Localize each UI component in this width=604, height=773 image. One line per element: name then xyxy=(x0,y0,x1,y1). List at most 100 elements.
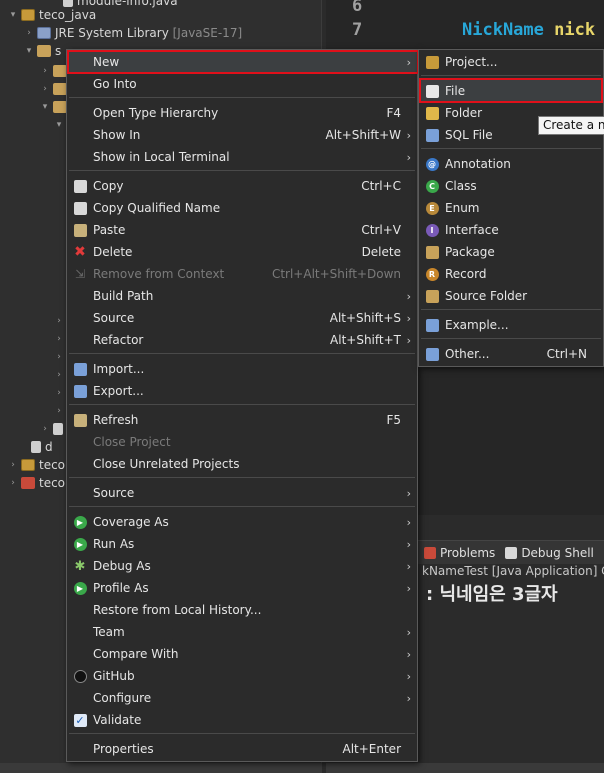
menu-item-show-in[interactable]: Show In Alt+Shift+W › xyxy=(67,124,417,146)
chevron-down-icon[interactable]: ▾ xyxy=(24,46,34,56)
chevron-right-icon[interactable]: › xyxy=(54,334,64,344)
submenu-item-class[interactable]: C Class xyxy=(419,175,603,197)
chevron-right-icon: › xyxy=(406,581,411,595)
submenu-item-annotation[interactable]: @ Annotation xyxy=(419,153,603,175)
menu-item-compare-with[interactable]: Compare With › xyxy=(67,643,417,665)
library-icon xyxy=(37,27,51,39)
export-icon xyxy=(73,384,87,398)
menu-item-configure[interactable]: Configure › xyxy=(67,687,417,709)
menu-item-show-in-local-terminal[interactable]: Show in Local Terminal › xyxy=(67,146,417,168)
menu-item-remove-from-context: ⇲ Remove from Context Ctrl+Alt+Shift+Down xyxy=(74,267,401,281)
menu-item-close-unrelated-projects[interactable]: Close Unrelated Projects xyxy=(67,453,417,475)
tree-item-teco-1[interactable]: › teco xyxy=(8,456,65,474)
chevron-right-icon: › xyxy=(406,691,411,705)
tree-item-jre-library[interactable]: › JRE System Library [JavaSE-17] xyxy=(24,24,242,42)
chevron-right-icon[interactable]: › xyxy=(8,460,18,470)
menu-item-profile-as[interactable]: ▶ Profile As › xyxy=(67,577,417,599)
chevron-right-icon: › xyxy=(406,150,411,164)
profile-icon: ▶ xyxy=(73,581,87,595)
code-line[interactable]: NickName nick xyxy=(462,20,595,40)
package-icon xyxy=(53,83,67,95)
menu-item-copy[interactable]: Copy Ctrl+C xyxy=(67,175,417,197)
tree-item-collapsed[interactable]: › xyxy=(54,366,64,384)
submenu-item-record[interactable]: R Record xyxy=(419,263,603,285)
submenu-item-other[interactable]: Other... Ctrl+N xyxy=(419,343,603,365)
chevron-right-icon[interactable]: › xyxy=(40,84,50,94)
menu-item-restore-local-history[interactable]: Restore from Local History... xyxy=(67,599,417,621)
menu-separator xyxy=(421,338,601,339)
menu-item-coverage-as[interactable]: ▶ Coverage As › xyxy=(67,511,417,533)
tree-item-teco-2[interactable]: › teco xyxy=(8,474,65,492)
menu-item-delete[interactable]: ✖ Delete Delete xyxy=(67,241,417,263)
submenu-item-file[interactable]: File xyxy=(419,80,603,102)
github-icon xyxy=(73,669,87,683)
chevron-down-icon[interactable]: ▾ xyxy=(54,120,64,130)
chevron-right-icon[interactable]: › xyxy=(8,478,18,488)
menu-item-run-as[interactable]: ▶ Run As › xyxy=(67,533,417,555)
tree-item-collapsed[interactable]: › xyxy=(54,402,64,420)
menu-item-paste[interactable]: Paste Ctrl+V xyxy=(67,219,417,241)
chevron-right-icon[interactable]: › xyxy=(54,370,64,380)
tree-item-collapsed[interactable]: › xyxy=(54,348,64,366)
menu-item-refactor[interactable]: Refactor Alt+Shift+T › xyxy=(67,329,417,351)
chevron-right-icon[interactable]: › xyxy=(40,424,50,434)
submenu-item-project[interactable]: Project... xyxy=(419,51,603,73)
chevron-right-icon[interactable]: › xyxy=(24,28,34,38)
chevron-right-icon[interactable]: › xyxy=(40,66,50,76)
menu-separator xyxy=(69,404,415,405)
submenu-item-enum[interactable]: E Enum xyxy=(419,197,603,219)
menu-item-team[interactable]: Team › xyxy=(67,621,417,643)
chevron-right-icon[interactable]: › xyxy=(54,388,64,398)
menu-separator xyxy=(421,148,601,149)
problems-icon xyxy=(424,546,436,559)
menu-item-github[interactable]: GitHub › xyxy=(67,665,417,687)
chevron-right-icon: › xyxy=(406,289,411,303)
menu-item-import[interactable]: Import... xyxy=(67,358,417,380)
chevron-right-icon: › xyxy=(406,333,411,347)
menu-item-validate[interactable]: ✓ Validate xyxy=(67,709,417,731)
tree-item-collapsed[interactable]: › xyxy=(54,330,64,348)
menu-item-export[interactable]: Export... xyxy=(67,380,417,402)
tree-item-collapsed[interactable]: › xyxy=(54,312,64,330)
tree-item-collapsed[interactable]: › xyxy=(54,384,64,402)
tree-item-class[interactable]: ▾ xyxy=(54,116,64,134)
chevron-down-icon[interactable]: ▾ xyxy=(8,10,18,20)
menu-item-copy-qualified-name[interactable]: Copy Qualified Name xyxy=(67,197,417,219)
tree-item-d[interactable]: d xyxy=(28,438,53,456)
tree-item-src[interactable]: ▾ s xyxy=(24,42,62,60)
new-file-icon xyxy=(425,84,439,98)
submenu-item-package[interactable]: Package xyxy=(419,241,603,263)
menu-separator xyxy=(69,353,415,354)
menu-item-refresh[interactable]: Refresh F5 xyxy=(67,409,417,431)
project-error-icon xyxy=(21,477,35,489)
chevron-right-icon[interactable]: › xyxy=(54,352,64,362)
tree-item-teco-java[interactable]: ▾ teco_java xyxy=(8,6,96,24)
delete-icon: ✖ xyxy=(74,244,86,260)
chevron-right-icon[interactable]: › xyxy=(54,406,64,416)
chevron-down-icon[interactable]: ▾ xyxy=(40,102,50,112)
menu-item-go-into[interactable]: Go Into xyxy=(67,73,417,95)
enum-icon: E xyxy=(425,201,439,215)
copy-qualified-icon xyxy=(73,201,87,215)
menu-item-open-type-hierarchy[interactable]: Open Type Hierarchy F4 xyxy=(67,102,417,124)
chevron-right-icon[interactable]: › xyxy=(54,316,64,326)
menu-item-new[interactable]: New › xyxy=(67,51,417,73)
package-icon xyxy=(53,65,67,77)
menu-item-source-2[interactable]: Source › xyxy=(67,482,417,504)
copy-icon xyxy=(73,179,87,193)
menu-item-properties[interactable]: Properties Alt+Enter xyxy=(67,738,417,760)
menu-item-build-path[interactable]: Build Path › xyxy=(67,285,417,307)
editor-scrollbar[interactable] xyxy=(326,763,604,773)
menu-separator xyxy=(69,97,415,98)
menu-item-debug-as[interactable]: ✱ Debug As › xyxy=(67,555,417,577)
explorer-scrollbar[interactable] xyxy=(0,763,322,773)
submenu-item-example[interactable]: Example... xyxy=(419,314,603,336)
tree-item-collapsed[interactable]: › xyxy=(40,420,67,438)
java-file-icon xyxy=(53,423,63,435)
submenu-item-source-folder[interactable]: Source Folder xyxy=(419,285,603,307)
tab-debug-shell[interactable]: Debug Shell xyxy=(505,546,594,560)
tab-problems[interactable]: Problems xyxy=(424,546,495,560)
menu-separator xyxy=(421,75,601,76)
menu-item-source[interactable]: Source Alt+Shift+S › xyxy=(67,307,417,329)
submenu-item-interface[interactable]: I Interface xyxy=(419,219,603,241)
